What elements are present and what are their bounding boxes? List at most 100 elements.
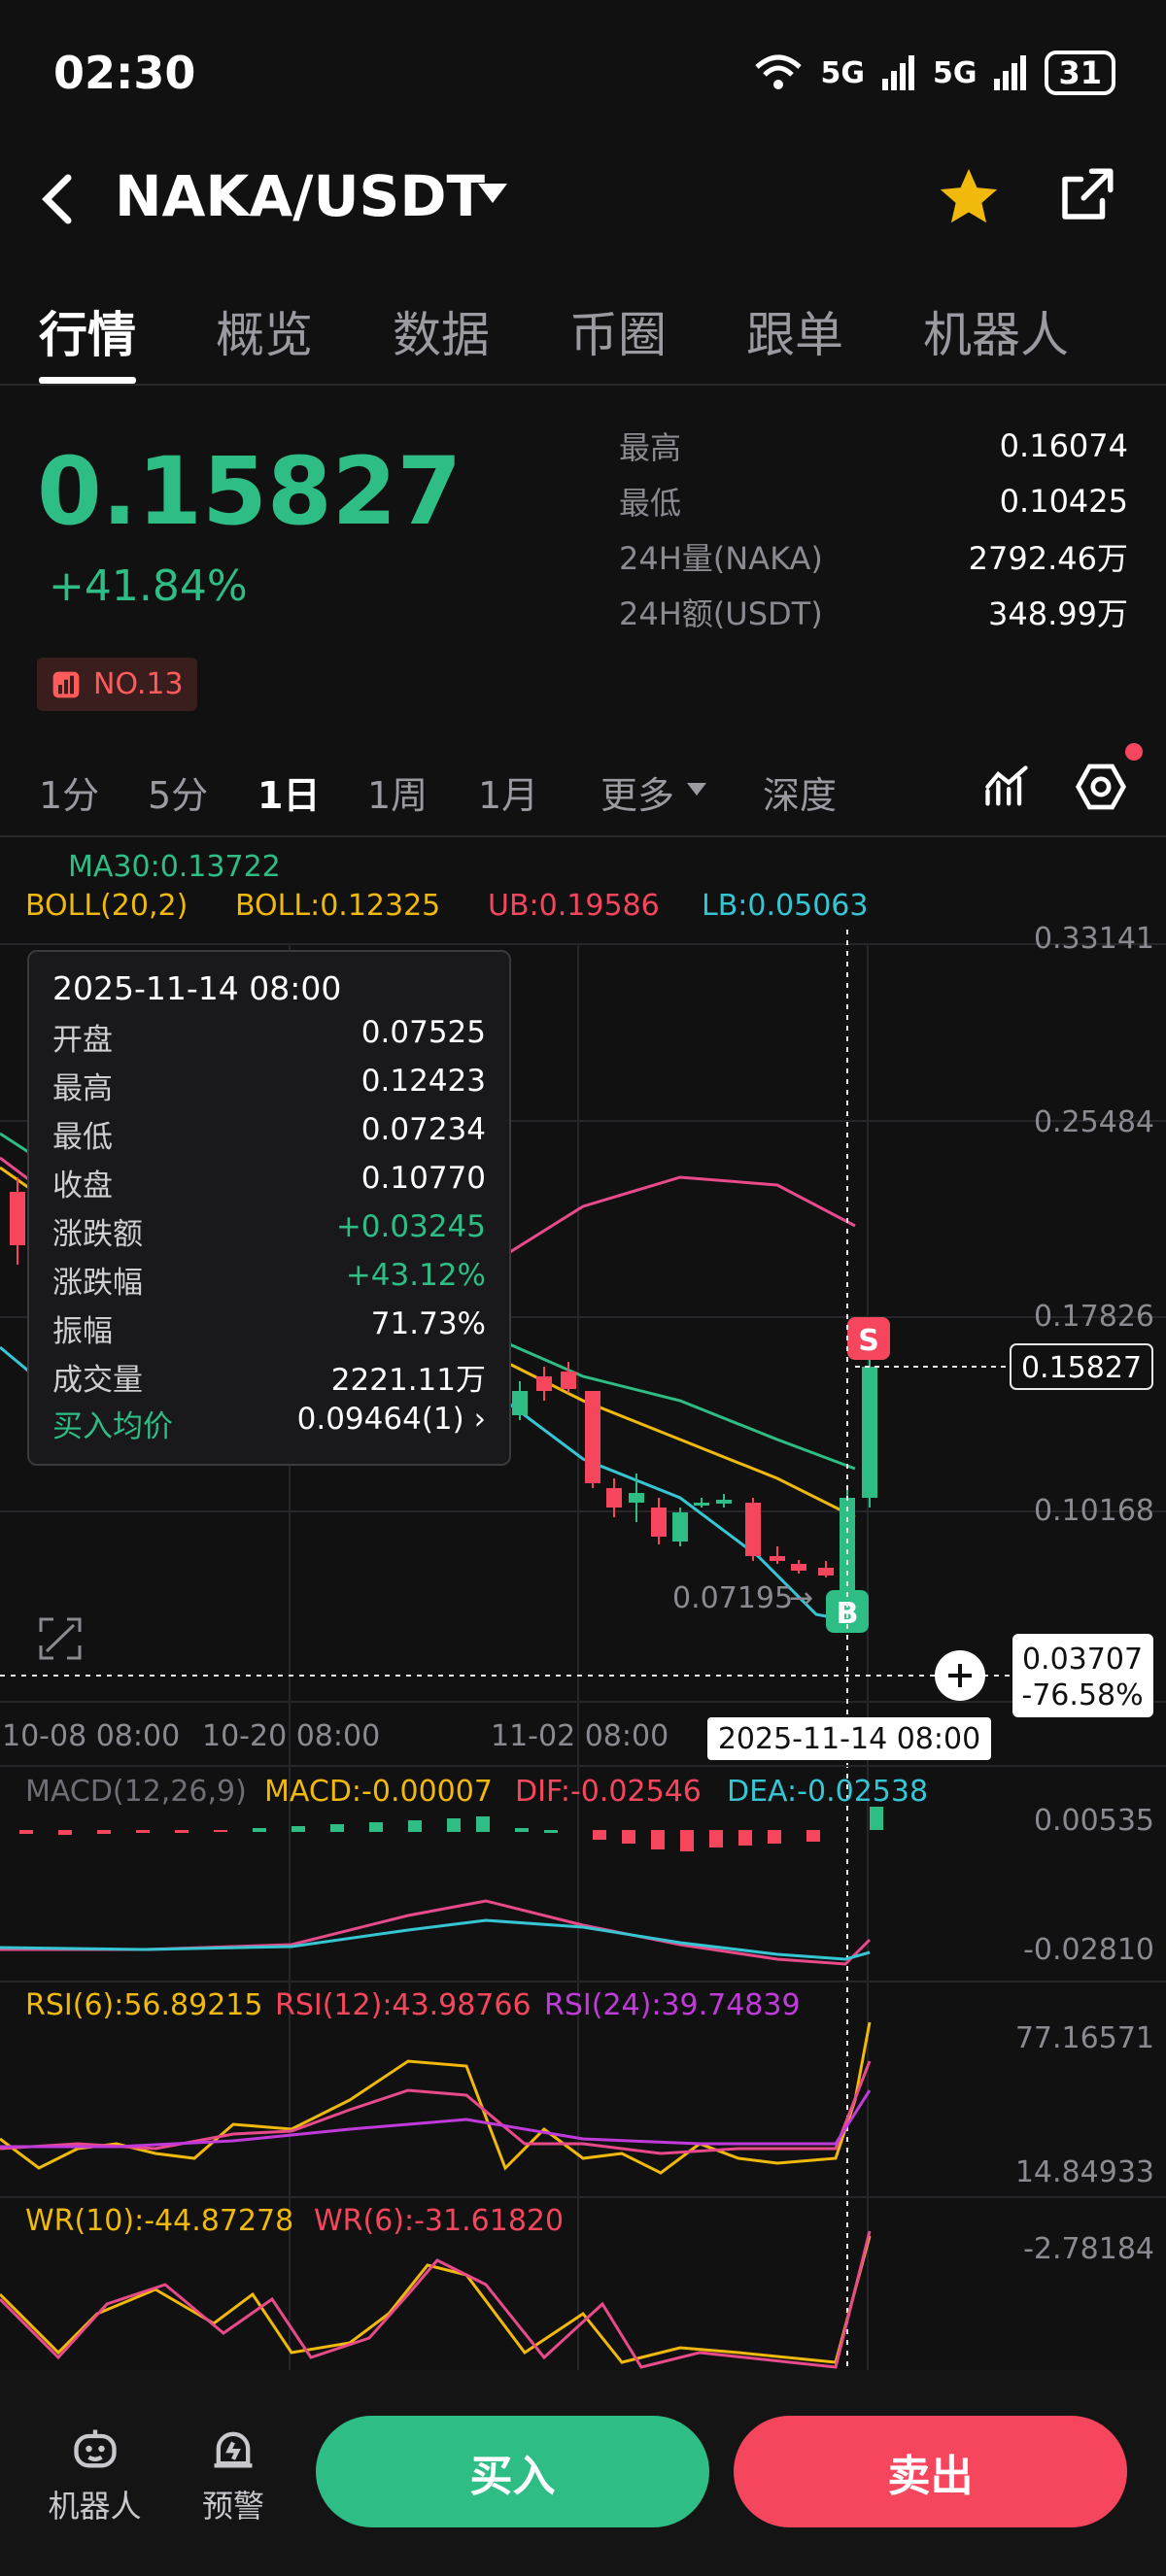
- sell-button[interactable]: 卖出: [734, 2416, 1127, 2527]
- main-tabs: 行情 概览 数据 币圈 跟单 机器人: [0, 287, 1166, 386]
- macd-bar: [593, 1830, 606, 1840]
- nav-alert[interactable]: 预警: [185, 2423, 282, 2526]
- rsi12-value: RSI(12):43.98766: [275, 1988, 532, 2022]
- tab-copy-trade[interactable]: 跟单: [746, 296, 843, 366]
- ma30-label: MA30:0.13722: [68, 850, 281, 884]
- back-button[interactable]: [39, 170, 78, 232]
- interval-1d[interactable]: 1日: [257, 765, 320, 819]
- chevron-left-icon: [42, 174, 72, 224]
- signal-5g-1: 5G: [820, 55, 865, 90]
- notification-dot: [1125, 743, 1143, 761]
- interval-depth[interactable]: 深度: [763, 765, 837, 819]
- cursor-date: 2025-11-14 08:00: [718, 1722, 980, 1756]
- last-price: 0.15827: [37, 437, 463, 546]
- tooltip-label: 开盘: [52, 1023, 113, 1058]
- interval-1w[interactable]: 1周: [367, 765, 428, 819]
- indicator-icon[interactable]: [981, 762, 1032, 812]
- macd-bar: [369, 1822, 383, 1832]
- macd-title: MACD(12,26,9): [25, 1775, 247, 1809]
- fullscreen-icon[interactable]: [39, 1617, 82, 1660]
- tooltip-row: 涨跌幅 +43.12%: [52, 1258, 486, 1302]
- macd-bar: [58, 1830, 72, 1835]
- tooltip-row: 涨跌额 +0.03245: [52, 1209, 486, 1253]
- interval-1m[interactable]: 1分: [39, 765, 99, 819]
- stat-row-volume: 24H量(NAKA) 2792.46万: [619, 528, 1128, 584]
- wr10-line: [0, 2235, 872, 2364]
- macd-bar: [136, 1830, 150, 1833]
- tab-overview[interactable]: 概览: [216, 296, 313, 366]
- tooltip-value: +43.12%: [345, 1258, 486, 1293]
- tooltip-avg-value: 0.09464(1) ›: [297, 1402, 486, 1445]
- macd-bar: [175, 1830, 189, 1833]
- rsi-lines: [0, 2021, 872, 2175]
- dea-value: DEA:-0.02538: [727, 1775, 928, 1809]
- rsi24-line: [0, 2089, 872, 2149]
- interval-1mo[interactable]: 1月: [478, 765, 538, 819]
- rsi12-line: [0, 2060, 872, 2155]
- favorite-button[interactable]: [935, 163, 1003, 235]
- tab-circle[interactable]: 币圈: [569, 296, 667, 366]
- rsi6-value: RSI(6):56.89215: [25, 1988, 262, 2022]
- macd-tick: -0.02810: [1023, 1933, 1154, 1967]
- chevron-right-icon: ›: [473, 1402, 486, 1437]
- candle: [716, 1500, 732, 1504]
- interval-5m[interactable]: 5分: [148, 765, 208, 819]
- share-button[interactable]: [1054, 163, 1118, 231]
- stat-label: 24H额(USDT): [619, 594, 823, 632]
- tooltip-value: 0.07525: [360, 1015, 486, 1050]
- rsi24-value: RSI(24):39.74839: [544, 1988, 801, 2022]
- caret-down-icon: [687, 783, 706, 796]
- macd-tick: 0.00535: [1034, 1804, 1154, 1838]
- settings-icon[interactable]: [1074, 760, 1128, 814]
- macd-value: MACD:-0.00007: [264, 1775, 493, 1809]
- candle: [862, 1367, 877, 1498]
- tooltip-row-avg-buy[interactable]: 买入均价 0.09464(1) ›: [52, 1402, 486, 1445]
- stat-row-high: 最高 0.16074: [619, 418, 1128, 473]
- pair-dropdown[interactable]: [476, 182, 509, 211]
- macd-bar: [214, 1830, 227, 1832]
- stat-label: 24H量(NAKA): [619, 539, 823, 577]
- wifi-icon: [755, 54, 803, 89]
- macd-bar: [330, 1824, 344, 1832]
- candle: [818, 1568, 834, 1576]
- pair-title[interactable]: NAKA/USDT: [115, 163, 485, 229]
- stat-label: 最高: [619, 428, 682, 466]
- macd-histogram: [19, 1807, 883, 1851]
- tab-market[interactable]: 行情: [39, 296, 136, 366]
- tooltip-label: 最高: [52, 1071, 113, 1106]
- tooltip-label: 涨跌额: [52, 1217, 143, 1252]
- stat-value: 2792.46万: [968, 539, 1128, 577]
- rsi-tick: 14.84933: [1015, 2155, 1154, 2189]
- stat-row-low: 最低 0.10425: [619, 473, 1128, 528]
- macd-bar: [19, 1830, 33, 1834]
- rank-badge[interactable]: NO.13: [37, 658, 197, 711]
- current-price-value: 0.15827: [1021, 1351, 1142, 1385]
- candle: [770, 1556, 785, 1561]
- tab-data[interactable]: 数据: [393, 296, 490, 366]
- date-tick: 10-20 08:00: [202, 1719, 380, 1753]
- tooltip-label: 成交量: [52, 1363, 143, 1398]
- tooltip-value: 2221.11万: [330, 1363, 486, 1398]
- candle: [791, 1564, 806, 1571]
- signal-icon: [881, 55, 914, 90]
- nav-robot-label: 机器人: [48, 2488, 142, 2525]
- tooltip-row: 最高 0.12423: [52, 1064, 486, 1107]
- tab-bot[interactable]: 机器人: [923, 296, 1069, 366]
- rsi6-line: [0, 2021, 872, 2175]
- wr6-value: WR(6):-31.61820: [314, 2204, 564, 2238]
- candle: [512, 1391, 528, 1415]
- tooltip-date: 2025-11-14 08:00: [52, 969, 342, 1007]
- stat-label: 最低: [619, 484, 682, 522]
- tooltip-row: 成交量 2221.11万: [52, 1355, 486, 1399]
- boll-label: BOLL(20,2): [25, 889, 188, 923]
- tooltip-label: 收盘: [52, 1169, 113, 1203]
- nav-robot[interactable]: 机器人: [39, 2423, 151, 2526]
- buy-button[interactable]: 买入: [316, 2416, 709, 2527]
- interval-more[interactable]: 更多: [600, 765, 674, 819]
- dif-line: [0, 1899, 872, 1966]
- macd-bar: [870, 1807, 883, 1830]
- tooltip-value: 0.12423: [360, 1064, 486, 1099]
- signal-5g-2: 5G: [932, 55, 977, 90]
- candle: [672, 1512, 688, 1542]
- macd-bar: [408, 1820, 422, 1832]
